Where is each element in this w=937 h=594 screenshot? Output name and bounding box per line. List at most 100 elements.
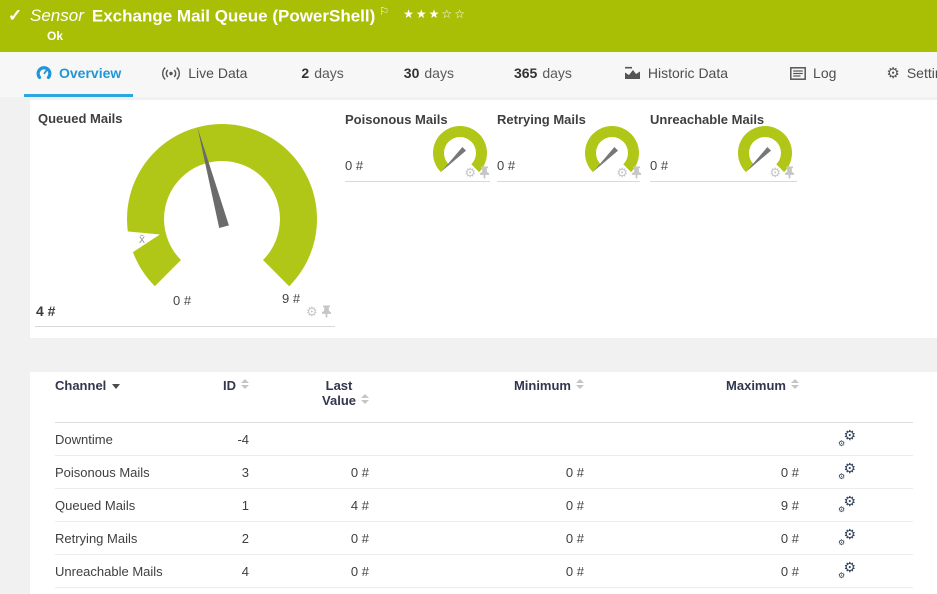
tab-365-days[interactable]: 365 days: [502, 52, 584, 97]
status-text: Ok: [47, 29, 63, 43]
table-row: Downtime -4 ⚙⚙: [55, 423, 913, 456]
panel-gear-icon[interactable]: ⚙: [616, 166, 628, 179]
channel-minimum: [375, 423, 590, 456]
channel-name: Unreachable Mails: [55, 555, 205, 588]
gauge-value: 0 #: [650, 158, 668, 173]
sensor-header: ✓ Sensor Exchange Mail Queue (PowerShell)…: [0, 0, 937, 52]
tab-bar: Overview Live Data 2 days 30 days 365 da…: [0, 52, 937, 97]
channel-last-value: 0 #: [255, 522, 375, 555]
column-header-minimum[interactable]: Minimum: [375, 372, 590, 423]
priority-stars[interactable]: ★★★☆☆: [403, 7, 467, 21]
tab-live-data-label: Live Data: [188, 65, 247, 81]
channels-table: Channel ID Last Value Minimum Maximum: [55, 372, 913, 588]
column-header-id[interactable]: ID: [205, 372, 255, 423]
channel-maximum: 0 #: [590, 456, 805, 489]
sort-icon: [241, 379, 249, 389]
panel-pin-icon[interactable]: [479, 166, 490, 179]
panel-divider: [345, 181, 490, 182]
tab-overview-label: Overview: [59, 65, 121, 81]
queued-mails-gauge: x̄: [90, 107, 350, 307]
status-check-icon: ✓: [8, 6, 22, 26]
column-header-minimum-label: Minimum: [514, 378, 571, 393]
column-header-channel-label: Channel: [55, 378, 106, 393]
gauge-value: 0 #: [345, 158, 363, 173]
panel-gear-icon[interactable]: ⚙: [464, 166, 476, 179]
channel-maximum: 0 #: [590, 555, 805, 588]
gauge-panel-unreachable-mails: Unreachable Mails 0 # ⚙: [650, 105, 800, 185]
gauge-value: 4 #: [36, 303, 55, 319]
panel-gear-icon[interactable]: ⚙: [306, 305, 318, 318]
sort-icon: [361, 394, 369, 404]
gauge-average-marker: x̄: [139, 232, 145, 246]
channel-id: 3: [205, 456, 255, 489]
tab-365-days-number: 365: [514, 65, 537, 81]
channel-minimum: 0 #: [375, 522, 590, 555]
tab-30-days[interactable]: 30 days: [392, 52, 466, 97]
channel-last-value: 0 #: [255, 555, 375, 588]
gauge-panel-retrying-mails: Retrying Mails 0 # ⚙: [497, 105, 647, 185]
table-row: Poisonous Mails 3 0 # 0 # 0 # ⚙⚙: [55, 456, 913, 489]
tab-30-days-number: 30: [404, 65, 420, 81]
channel-name: Retrying Mails: [55, 522, 205, 555]
column-header-maximum-label: Maximum: [726, 378, 786, 393]
panel-pin-icon[interactable]: [631, 166, 642, 179]
channel-minimum: 0 #: [375, 456, 590, 489]
channel-settings-icon[interactable]: ⚙⚙: [838, 496, 856, 512]
gauge-scale-min: 0 #: [173, 293, 191, 308]
gauge-title: Retrying Mails: [497, 112, 586, 127]
column-header-channel[interactable]: Channel: [55, 372, 205, 423]
tab-historic-data[interactable]: Historic Data: [612, 52, 740, 97]
log-icon: [790, 67, 806, 80]
channel-id: 4: [205, 555, 255, 588]
channel-maximum: 0 #: [590, 522, 805, 555]
panel-divider: [650, 181, 797, 182]
tab-log[interactable]: Log: [778, 52, 848, 97]
panel-pin-icon[interactable]: [321, 305, 332, 318]
settings-gear-icon: ⚙: [886, 64, 899, 82]
table-row: Retrying Mails 2 0 # 0 # 0 # ⚙⚙: [55, 522, 913, 555]
sensor-title: Exchange Mail Queue (PowerShell): [92, 6, 375, 25]
column-header-last-label: Last: [326, 378, 353, 393]
channel-id: -4: [205, 423, 255, 456]
column-header-maximum[interactable]: Maximum: [590, 372, 805, 423]
panel-divider: [35, 326, 335, 327]
gauges-section: Queued Mails x̄ 0 # 9 # 4 # ⚙ Poisonous …: [30, 100, 937, 338]
channel-name: Downtime: [55, 423, 205, 456]
sort-icon: [791, 379, 799, 389]
tab-365-days-unit: days: [542, 65, 572, 81]
panel-gear-icon[interactable]: ⚙: [769, 166, 781, 179]
channel-settings-icon[interactable]: ⚙⚙: [838, 529, 856, 545]
gauge-scale-max: 9 #: [282, 291, 300, 306]
channel-settings-icon[interactable]: ⚙⚙: [838, 562, 856, 578]
gauge-panel-queued-mails: Queued Mails x̄ 0 # 9 # 4 #: [35, 108, 335, 328]
channel-name: Queued Mails: [55, 489, 205, 522]
tab-overview[interactable]: Overview: [24, 52, 133, 97]
channel-last-value: [255, 423, 375, 456]
channel-minimum: 0 #: [375, 555, 590, 588]
channel-settings-icon[interactable]: ⚙⚙: [838, 463, 856, 479]
panel-pin-icon[interactable]: [784, 166, 795, 179]
tab-2-days[interactable]: 2 days: [289, 52, 355, 97]
priority-flag-icon[interactable]: ⚐: [379, 6, 389, 18]
panel-divider: [497, 181, 640, 182]
channel-id: 2: [205, 522, 255, 555]
sort-desc-icon: [112, 384, 120, 389]
sensor-kind-label: Sensor: [30, 6, 84, 25]
column-header-id-label: ID: [223, 378, 236, 393]
historic-data-icon: [624, 66, 641, 80]
tab-live-data[interactable]: Live Data: [149, 52, 259, 97]
channel-id: 1: [205, 489, 255, 522]
overview-gauge-icon: [36, 65, 52, 81]
channel-maximum: 9 #: [590, 489, 805, 522]
tab-30-days-unit: days: [424, 65, 454, 81]
gauge-value: 0 #: [497, 158, 515, 173]
tab-settings[interactable]: ⚙ Settings: [874, 52, 937, 97]
column-header-actions: [805, 372, 913, 423]
channel-last-value: 4 #: [255, 489, 375, 522]
channel-minimum: 0 #: [375, 489, 590, 522]
column-header-last-value[interactable]: Last Value: [255, 372, 375, 423]
tab-historic-data-label: Historic Data: [648, 65, 728, 81]
channel-maximum: [590, 423, 805, 456]
channel-settings-icon[interactable]: ⚙⚙: [838, 430, 856, 446]
column-header-value-label: Value: [322, 393, 356, 408]
